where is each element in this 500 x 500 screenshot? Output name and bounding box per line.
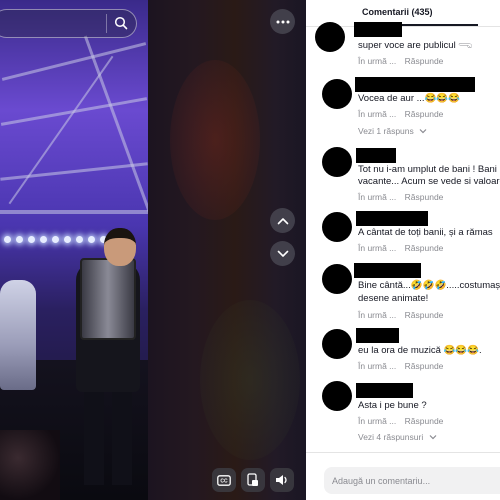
comment-text-continued: vacante... Acum se vede si valoare xyxy=(358,176,500,187)
view-replies-label: Vezi 1 răspuns xyxy=(358,126,414,136)
svg-text:CC: CC xyxy=(220,478,228,484)
comment-text: eu la ora de muzică 😂😂😂. xyxy=(358,345,482,356)
username-redacted[interactable] xyxy=(356,328,399,343)
view-replies-link[interactable]: Vezi 1 răspuns xyxy=(358,126,427,136)
search-button[interactable] xyxy=(108,14,134,34)
comment-time: În urmă ... xyxy=(358,109,397,119)
comments-panel: Comentarii (435) super voce are publicul… xyxy=(306,0,500,500)
reply-button[interactable]: Răspunde xyxy=(405,109,444,119)
next-video-button[interactable] xyxy=(270,241,295,266)
video-frame xyxy=(0,0,148,500)
avatar[interactable] xyxy=(322,381,352,411)
comment-text: Vocea de aur ...😂😂😂 xyxy=(358,93,461,104)
view-replies-link[interactable]: Vezi 4 răspunsuri xyxy=(358,432,437,442)
accordion xyxy=(80,258,136,340)
comment-meta: În urmă ... Răspunde xyxy=(358,56,449,66)
comment-text: Tot nu i-am umplut de bani ! Bani xyxy=(358,164,497,175)
chevron-down-icon xyxy=(277,250,288,257)
comment-meta: În urmă ... Răspunde xyxy=(358,416,449,426)
comment-input[interactable] xyxy=(324,467,500,494)
more-horizontal-icon xyxy=(276,20,289,23)
reply-button[interactable]: Răspunde xyxy=(405,361,444,371)
username-redacted[interactable] xyxy=(354,22,402,37)
avatar[interactable] xyxy=(322,212,352,242)
view-replies-label: Vezi 4 răspunsuri xyxy=(358,432,424,442)
comment-time: În urmă ... xyxy=(358,56,397,66)
chevron-down-icon xyxy=(429,435,437,440)
captions-button[interactable]: CC xyxy=(212,468,236,492)
video-player[interactable]: CC xyxy=(0,0,306,500)
reply-button[interactable]: Răspunde xyxy=(405,416,444,426)
comment-text-continued: desene animate! xyxy=(358,293,429,304)
dancer-figure xyxy=(0,280,36,390)
tab-comments[interactable]: Comentarii (435) xyxy=(362,7,433,17)
chevron-down-icon xyxy=(419,129,427,134)
comment-text: Bine cântă...🤣🤣🤣.....costumașe xyxy=(358,280,500,291)
comment-composer xyxy=(306,452,500,500)
comment-text: super voce are publicul 𓂸 xyxy=(358,40,473,51)
avatar[interactable] xyxy=(322,264,352,294)
comment-time: În urmă ... xyxy=(358,310,397,320)
avatar[interactable] xyxy=(322,147,352,177)
more-options-button[interactable] xyxy=(270,9,295,34)
avatar[interactable] xyxy=(322,329,352,359)
comment-meta: În urmă ... Răspunde xyxy=(358,310,449,320)
username-redacted[interactable] xyxy=(354,263,421,278)
username-redacted[interactable] xyxy=(356,211,428,226)
comment-text: Asta i pe bune ? xyxy=(358,400,427,411)
reply-button[interactable]: Răspunde xyxy=(405,56,444,66)
username-redacted[interactable] xyxy=(356,148,396,163)
comment-time: În urmă ... xyxy=(358,361,397,371)
comment-text: A cântat de toți banii, și a rămas xyxy=(358,227,493,238)
comment-time: În urmă ... xyxy=(358,416,397,426)
avatar[interactable] xyxy=(322,79,352,109)
picture-in-picture-icon xyxy=(247,473,258,486)
picture-in-picture-button[interactable] xyxy=(241,468,265,492)
comment-meta: În urmă ... Răspunde xyxy=(358,192,449,202)
comment-time: În urmă ... xyxy=(358,243,397,253)
closed-captions-icon: CC xyxy=(217,474,231,486)
volume-icon xyxy=(276,475,287,485)
search-icon xyxy=(114,16,128,29)
reply-button[interactable]: Răspunde xyxy=(405,192,444,202)
comment-meta: În urmă ... Răspunde xyxy=(358,243,449,253)
volume-button[interactable] xyxy=(270,468,294,492)
comment-meta: În urmă ... Răspunde xyxy=(358,361,449,371)
previous-video-button[interactable] xyxy=(270,208,295,233)
username-redacted[interactable] xyxy=(356,383,413,398)
chevron-up-icon xyxy=(277,217,288,224)
reply-button[interactable]: Răspunde xyxy=(405,243,444,253)
search-divider xyxy=(106,14,107,33)
avatar[interactable] xyxy=(315,22,345,52)
comment-meta: În urmă ... Răspunde xyxy=(358,109,449,119)
reply-button[interactable]: Răspunde xyxy=(405,310,444,320)
username-redacted[interactable] xyxy=(355,77,475,92)
comment-time: În urmă ... xyxy=(358,192,397,202)
